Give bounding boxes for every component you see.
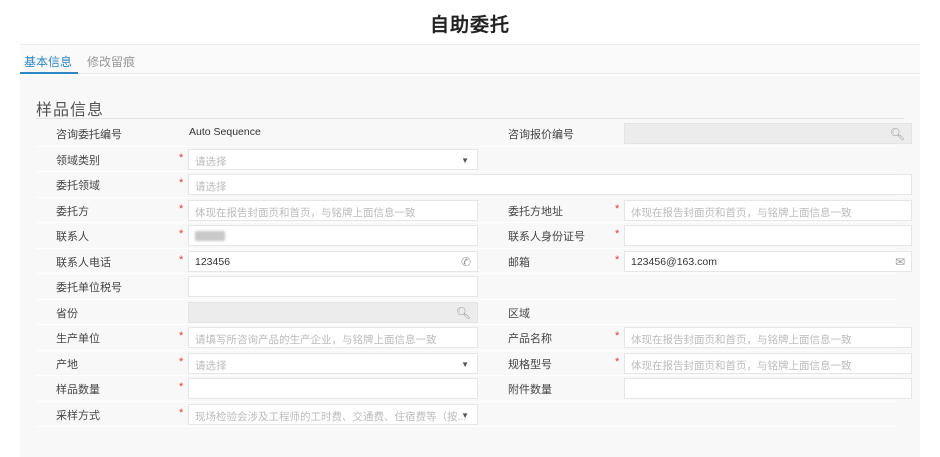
sample-info-panel: 样品信息 咨询委托编号 Auto Sequence 咨询报价编号 🔍︎ 领域类别… <box>20 76 920 457</box>
redacted-value <box>195 231 225 242</box>
form-row: 委托单位税号 <box>36 274 896 300</box>
required-mark: * <box>615 355 620 368</box>
origin-select[interactable]: 请选择 ▼ <box>188 352 478 374</box>
origin-label: 产地 <box>56 358 78 371</box>
manufacturer-label: 生产单位 <box>56 333 100 345</box>
commission-domain-select[interactable]: 请选择 <box>188 174 912 195</box>
required-mark: * <box>179 330 184 342</box>
contact-id-input[interactable] <box>624 225 912 246</box>
attachment-qty-input[interactable] <box>624 378 912 399</box>
search-icon[interactable]: 🔍︎ <box>890 127 905 141</box>
consult-no-label: 咨询委托编号 <box>56 129 122 141</box>
search-icon[interactable]: 🔍︎ <box>456 306 471 320</box>
quote-no-label: 咨询报价编号 <box>508 129 574 141</box>
form-row: 产地 * 请选择 ▼ 规格型号 * 体现在报告封面页和首页，与铭牌上面信息一致 <box>36 351 912 376</box>
tab-revision-history[interactable]: 修改留痕 <box>87 53 135 70</box>
client-address-label: 委托方地址 <box>508 205 563 218</box>
form-row: 生产单位 * 请填写所咨询产品的生产企业，与铭牌上面信息一致 产品名称 * 体现… <box>36 325 912 351</box>
contact-phone-value: 123456 <box>195 255 231 268</box>
domain-category-select[interactable]: 请选择 ▼ <box>188 148 478 170</box>
origin-placeholder: 请选择 <box>195 359 227 372</box>
client-address-input[interactable]: 体现在报告封面页和首页，与铭牌上面信息一致 <box>624 199 912 221</box>
sampling-method-select[interactable]: 现场检验会涉及工程师的工时费、交通费、住宿费等（按... ▼ <box>188 403 478 425</box>
required-mark: * <box>179 228 184 240</box>
section-title: 样品信息 <box>36 102 105 119</box>
form-row: 咨询委托编号 Auto Sequence 咨询报价编号 🔍︎ <box>36 121 912 147</box>
required-mark: * <box>179 177 184 189</box>
region-label: 区域 <box>508 307 530 320</box>
product-name-placeholder: 体现在报告封面页和首页，与铭牌上面信息一致 <box>631 334 852 346</box>
required-mark: * <box>179 253 184 266</box>
consult-no-value: Auto Sequence <box>189 126 261 138</box>
manufacturer-placeholder: 请填写所咨询产品的生产企业，与铭牌上面信息一致 <box>195 334 437 346</box>
commission-domain-placeholder: 请选择 <box>195 181 227 193</box>
chevron-down-icon: ▼ <box>461 155 469 165</box>
form-row: 样品数量 * 附件数量 <box>36 376 912 402</box>
contact-id-label: 联系人身份证号 <box>508 231 585 243</box>
chevron-down-icon: ▼ <box>461 359 469 369</box>
product-name-label: 产品名称 <box>508 333 552 345</box>
required-mark: * <box>179 151 184 164</box>
form-row: 委托领域 * 请选择 <box>36 172 912 198</box>
sample-qty-input[interactable] <box>188 378 478 399</box>
form-row: 领域类别 * 请选择 ▼ <box>36 147 896 172</box>
tax-no-input[interactable] <box>188 276 478 297</box>
attachment-qty-label: 附件数量 <box>508 384 552 396</box>
required-mark: * <box>615 253 620 266</box>
product-name-input[interactable]: 体现在报告封面页和首页，与铭牌上面信息一致 <box>624 327 912 348</box>
model-spec-input[interactable]: 体现在报告封面页和首页，与铭牌上面信息一致 <box>624 352 912 374</box>
domain-category-label: 领域类别 <box>56 154 100 167</box>
sampling-method-placeholder: 现场检验会涉及工程师的工时费、交通费、住宿费等（按... <box>195 410 467 423</box>
province-field[interactable]: 🔍︎ <box>188 301 478 323</box>
contact-phone-label: 联系人电话 <box>56 256 111 269</box>
form-row: 省份 🔍︎ 区域 <box>36 300 896 325</box>
province-label: 省份 <box>56 307 78 320</box>
email-value: 123456@163.com <box>631 255 717 268</box>
form-row: 采样方式 * 现场检验会涉及工程师的工时费、交通费、住宿费等（按... ▼ <box>36 402 896 427</box>
client-placeholder: 体现在报告封面页和首页，与铭牌上面信息一致 <box>195 206 416 219</box>
required-mark: * <box>179 202 184 215</box>
phone-icon: ✆ <box>460 254 471 269</box>
quote-no-field[interactable]: 🔍︎ <box>624 123 912 144</box>
manufacturer-input[interactable]: 请填写所咨询产品的生产企业，与铭牌上面信息一致 <box>188 327 478 348</box>
domain-category-placeholder: 请选择 <box>195 155 227 168</box>
required-mark: * <box>615 202 620 215</box>
model-spec-placeholder: 体现在报告封面页和首页，与铭牌上面信息一致 <box>631 359 852 372</box>
sample-qty-label: 样品数量 <box>56 384 100 396</box>
contact-label: 联系人 <box>56 231 89 243</box>
mail-icon: ✉ <box>894 254 905 269</box>
client-address-placeholder: 体现在报告封面页和首页，与铭牌上面信息一致 <box>631 206 852 219</box>
form-row: 联系人 * 联系人身份证号 * <box>36 223 912 249</box>
chevron-down-icon: ▼ <box>461 410 469 420</box>
contact-phone-input[interactable]: 123456 ✆ <box>188 250 478 272</box>
required-mark: * <box>615 228 620 240</box>
tax-no-label: 委托单位税号 <box>56 282 122 294</box>
form-row: 联系人电话 * 123456 ✆ 邮箱 * 123456@163.com ✉ <box>36 249 912 274</box>
section-divider <box>36 118 904 119</box>
required-mark: * <box>179 355 184 368</box>
email-input[interactable]: 123456@163.com ✉ <box>624 250 912 272</box>
client-label: 委托方 <box>56 205 89 218</box>
form-row: 委托方 * 体现在报告封面页和首页，与铭牌上面信息一致 委托方地址 * 体现在报… <box>36 198 912 223</box>
required-mark: * <box>615 330 620 342</box>
tab-basic-info[interactable]: 基本信息 <box>24 53 72 70</box>
commission-domain-label: 委托领域 <box>56 180 100 192</box>
contact-input[interactable] <box>188 225 478 246</box>
required-mark: * <box>179 406 184 419</box>
model-spec-label: 规格型号 <box>508 358 552 371</box>
required-mark: * <box>179 381 184 393</box>
sampling-method-label: 采样方式 <box>56 409 100 422</box>
client-input[interactable]: 体现在报告封面页和首页，与铭牌上面信息一致 <box>188 199 478 221</box>
email-label: 邮箱 <box>508 256 530 269</box>
tab-bar: 基本信息 修改留痕 <box>20 44 920 74</box>
page-title: 自助委托 <box>429 15 510 36</box>
sample-form: 咨询委托编号 Auto Sequence 咨询报价编号 🔍︎ 领域类别 * 请选… <box>36 121 912 427</box>
active-tab-indicator <box>20 72 78 74</box>
